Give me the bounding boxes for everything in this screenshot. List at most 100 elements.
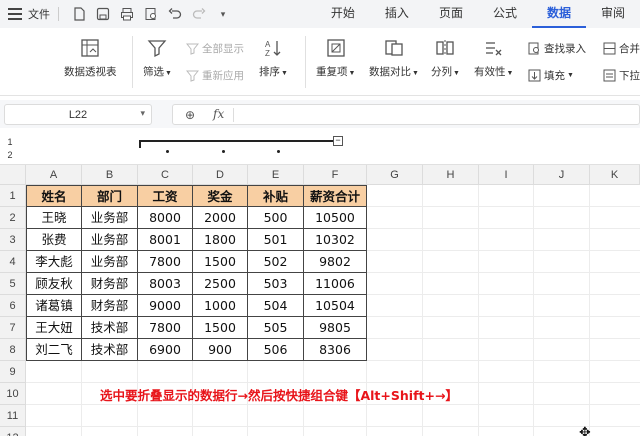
table-cell[interactable]: 8001: [138, 229, 193, 251]
table-cell[interactable]: 张费: [26, 229, 82, 251]
outline-level-1[interactable]: 1: [4, 137, 16, 147]
table-cell[interactable]: 李大彪: [26, 251, 82, 273]
table-cell[interactable]: 9802: [304, 251, 367, 273]
hamburger-menu-icon[interactable]: [8, 8, 22, 20]
row-header[interactable]: 9: [0, 361, 26, 383]
validity-button[interactable]: 有效性▼: [474, 38, 513, 79]
print-preview-icon[interactable]: [142, 5, 160, 23]
table-cell[interactable]: 技术部: [82, 317, 138, 339]
row-header[interactable]: 11: [0, 405, 26, 427]
table-cell[interactable]: 业务部: [82, 207, 138, 229]
split-column-button[interactable]: 分列▼: [431, 38, 460, 79]
filter-button[interactable]: 筛选▼: [143, 38, 172, 79]
row-header[interactable]: 10: [0, 383, 26, 405]
formula-input[interactable]: ⊕ fx: [172, 104, 640, 125]
redo-icon[interactable]: [190, 5, 208, 23]
tab-review[interactable]: 审阅: [586, 0, 640, 28]
table-cell[interactable]: 9805: [304, 317, 367, 339]
column-header[interactable]: I: [479, 165, 534, 185]
tab-data[interactable]: 数据: [531, 0, 586, 28]
function-icon[interactable]: fx: [213, 107, 224, 121]
row-header[interactable]: 8: [0, 339, 26, 361]
tab-home[interactable]: 开始: [316, 0, 370, 28]
sort-button[interactable]: AZ 排序▼: [259, 38, 288, 79]
print-icon[interactable]: [118, 5, 136, 23]
row-header[interactable]: 3: [0, 229, 26, 251]
table-cell[interactable]: 505: [248, 317, 304, 339]
table-cell[interactable]: 7800: [138, 317, 193, 339]
table-cell[interactable]: 6900: [138, 339, 193, 361]
column-header[interactable]: H: [423, 165, 479, 185]
table-cell[interactable]: 500: [248, 207, 304, 229]
save-icon[interactable]: [94, 5, 112, 23]
pivot-table-button[interactable]: 数据透视表: [64, 38, 117, 79]
column-header[interactable]: G: [367, 165, 423, 185]
table-header-cell[interactable]: 工资: [138, 185, 193, 207]
table-cell[interactable]: 业务部: [82, 229, 138, 251]
column-header[interactable]: K: [590, 165, 640, 185]
data-compare-button[interactable]: 数据对比▼: [369, 38, 419, 79]
column-header[interactable]: A: [26, 165, 82, 185]
table-cell[interactable]: 顾友秋: [26, 273, 82, 295]
column-header[interactable]: E: [248, 165, 304, 185]
table-cell[interactable]: 503: [248, 273, 304, 295]
table-header-cell[interactable]: 部门: [82, 185, 138, 207]
file-menu[interactable]: 文件: [28, 6, 50, 22]
table-cell[interactable]: 8306: [304, 339, 367, 361]
table-cell[interactable]: 7800: [138, 251, 193, 273]
table-cell[interactable]: 财务部: [82, 273, 138, 295]
table-cell[interactable]: 业务部: [82, 251, 138, 273]
table-cell[interactable]: 王大妞: [26, 317, 82, 339]
dropdown-list-button[interactable]: 下拉: [603, 68, 640, 83]
reapply-button[interactable]: 重新应用: [186, 68, 244, 83]
table-cell[interactable]: 1500: [193, 317, 248, 339]
row-header[interactable]: 4: [0, 251, 26, 273]
merge-button[interactable]: 合并: [603, 41, 640, 56]
table-cell[interactable]: 502: [248, 251, 304, 273]
table-cell[interactable]: 财务部: [82, 295, 138, 317]
row-header[interactable]: 2: [0, 207, 26, 229]
table-cell[interactable]: 1000: [193, 295, 248, 317]
undo-icon[interactable]: [166, 5, 184, 23]
table-cell[interactable]: 1800: [193, 229, 248, 251]
row-header[interactable]: 7: [0, 317, 26, 339]
row-header[interactable]: 6: [0, 295, 26, 317]
table-header-cell[interactable]: 薪资合计: [304, 185, 367, 207]
new-file-icon[interactable]: [70, 5, 88, 23]
row-header[interactable]: 1: [0, 185, 26, 207]
table-cell[interactable]: 刘二飞: [26, 339, 82, 361]
table-cell[interactable]: 王晓: [26, 207, 82, 229]
tab-insert[interactable]: 插入: [370, 0, 424, 28]
table-cell[interactable]: 8000: [138, 207, 193, 229]
column-header[interactable]: F: [304, 165, 367, 185]
tab-page[interactable]: 页面: [424, 0, 478, 28]
column-header[interactable]: J: [534, 165, 590, 185]
column-header[interactable]: C: [138, 165, 193, 185]
table-cell[interactable]: 506: [248, 339, 304, 361]
table-header-cell[interactable]: 补贴: [248, 185, 304, 207]
table-cell[interactable]: 504: [248, 295, 304, 317]
column-header[interactable]: B: [82, 165, 138, 185]
name-box[interactable]: L22 ▾: [4, 104, 152, 125]
table-cell[interactable]: 501: [248, 229, 304, 251]
select-all-corner[interactable]: [0, 165, 26, 185]
table-cell[interactable]: 9000: [138, 295, 193, 317]
row-header[interactable]: 5: [0, 273, 26, 295]
duplicates-button[interactable]: 重复项▼: [316, 38, 355, 79]
table-cell[interactable]: 900: [193, 339, 248, 361]
fill-button[interactable]: 填充 ▼: [528, 68, 574, 83]
collapse-group-button[interactable]: −: [333, 136, 343, 146]
zoom-icon[interactable]: ⊕: [185, 108, 195, 122]
table-cell[interactable]: 8003: [138, 273, 193, 295]
table-cell[interactable]: 诸葛镇: [26, 295, 82, 317]
find-input-button[interactable]: 查找录入: [528, 41, 586, 56]
table-cell[interactable]: 2500: [193, 273, 248, 295]
table-header-cell[interactable]: 奖金: [193, 185, 248, 207]
show-all-button[interactable]: 全部显示: [186, 41, 244, 56]
table-cell[interactable]: 技术部: [82, 339, 138, 361]
chevron-down-icon[interactable]: ▾: [140, 108, 145, 119]
table-cell[interactable]: 2000: [193, 207, 248, 229]
row-header[interactable]: 12: [0, 427, 26, 436]
dropdown-arrow-icon[interactable]: ▾: [214, 5, 232, 23]
table-cell[interactable]: 10504: [304, 295, 367, 317]
